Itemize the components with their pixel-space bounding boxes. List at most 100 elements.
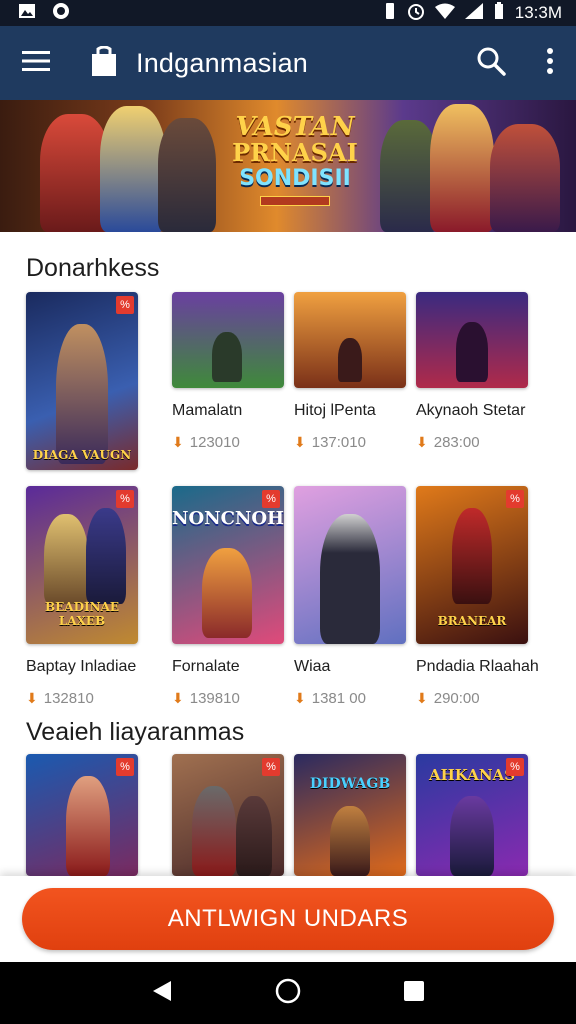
game-count-value: 290:00 xyxy=(433,690,480,707)
game-card[interactable]: % DIAGA VAUGN xyxy=(26,292,138,470)
game-caption: DIAGA VAUGN xyxy=(32,448,132,462)
game-name: Fornalate xyxy=(172,658,240,675)
game-caption: BRANEAR xyxy=(437,614,507,628)
download-icon: ⬇ xyxy=(416,434,428,450)
game-thumbnail: AHKANAS % xyxy=(416,754,528,876)
game-thumbnail xyxy=(172,292,284,388)
game-name: Hitoj lPenta xyxy=(294,402,376,419)
game-card[interactable]: Akynaoh Stetar ⬇ 283:00 xyxy=(416,292,528,451)
back-icon[interactable] xyxy=(151,979,173,1008)
app-title: Indganmasian xyxy=(136,47,309,78)
game-thumbnail: DIDWAGB xyxy=(294,754,406,876)
game-card[interactable]: % xyxy=(172,754,284,876)
download-icon: ⬇ xyxy=(294,690,306,706)
game-count-value: 132810 xyxy=(43,690,94,707)
game-thumbnail: NONCNOH % xyxy=(172,486,284,644)
app-logo-icon xyxy=(90,45,118,81)
banner-hero-figure xyxy=(100,106,166,232)
notification-icon xyxy=(52,2,70,25)
game-name: Mamalatn xyxy=(172,402,243,419)
character-figure xyxy=(236,796,272,876)
character-figure xyxy=(456,322,488,382)
status-bar: 13:3M xyxy=(0,0,576,26)
character-figure xyxy=(320,514,380,644)
game-caption: DIDWAGB xyxy=(309,776,391,792)
character-figure xyxy=(86,508,126,604)
signal-icon xyxy=(464,2,483,24)
game-count: ⬇ 1381 00 xyxy=(294,690,406,707)
banner-title-line1: VASTAN xyxy=(235,112,355,142)
cta-button[interactable]: ANTLWIGN UNDARS xyxy=(22,888,554,950)
character-figure xyxy=(452,508,492,604)
character-figure xyxy=(202,548,252,638)
game-card[interactable]: DIDWAGB xyxy=(294,754,406,876)
character-figure xyxy=(450,796,494,876)
badge-icon: % xyxy=(262,758,280,776)
banner-hero-figure xyxy=(490,124,560,232)
game-thumbnail: % BEADINAE LAXEB xyxy=(26,486,138,644)
game-count-value: 137:010 xyxy=(311,434,366,451)
download-icon: ⬇ xyxy=(172,690,184,706)
character-figure xyxy=(56,324,108,464)
game-count-value: 283:00 xyxy=(433,434,480,451)
character-figure xyxy=(330,806,370,876)
vibrate-icon xyxy=(383,2,397,25)
game-thumbnail: % DIAGA VAUGN xyxy=(26,292,138,470)
badge-icon: % xyxy=(116,758,134,776)
battery-icon xyxy=(493,1,505,25)
game-count-value: 1381 00 xyxy=(311,690,366,707)
download-icon: ⬇ xyxy=(172,434,184,450)
featured-banner[interactable]: VASTAN PRNASAI SONDISII xyxy=(0,100,576,232)
game-card[interactable]: Hitoj lPenta ⬇ 137:010 xyxy=(294,292,406,451)
banner-hero-figure xyxy=(430,104,494,232)
download-icon: ⬇ xyxy=(294,434,306,450)
recents-icon[interactable] xyxy=(403,980,425,1007)
character-figure xyxy=(338,338,362,382)
game-thumbnail: % xyxy=(26,754,138,876)
more-options-icon[interactable] xyxy=(546,47,554,79)
badge-icon: % xyxy=(116,490,134,508)
alarm-icon xyxy=(407,2,425,25)
system-nav-bar xyxy=(0,962,576,1024)
section-title: Veaieh liayaranmas xyxy=(26,718,245,746)
game-thumbnail: % xyxy=(172,754,284,876)
status-time: 13:3M xyxy=(514,3,562,22)
game-count: ⬇ 290:00 xyxy=(416,690,528,707)
game-card[interactable]: % BRANEAR Pndadia Rlaahah ⬇ 290:00 xyxy=(416,486,539,707)
game-thumbnail xyxy=(294,486,406,644)
game-count: ⬇ 137:010 xyxy=(294,434,406,451)
download-icon: ⬇ xyxy=(416,690,428,706)
badge-icon: % xyxy=(506,490,524,508)
game-name: Akynaoh Stetar xyxy=(416,402,526,419)
badge-icon: % xyxy=(506,758,524,776)
character-figure xyxy=(44,514,88,604)
wifi-icon xyxy=(434,3,455,24)
search-icon[interactable] xyxy=(476,46,506,81)
game-caption: BEADINAE LAXEB xyxy=(44,600,120,628)
section-title: Donarhkess xyxy=(26,254,160,282)
game-card[interactable]: Wiaa ⬇ 1381 00 xyxy=(294,486,406,707)
download-icon: ⬇ xyxy=(26,690,38,706)
game-name: Pndadia Rlaahah xyxy=(416,658,539,675)
banner-title-line3: SONDISII xyxy=(239,166,351,191)
game-count: ⬇ 283:00 xyxy=(416,434,528,451)
game-card[interactable]: Mamalatn ⬇ 123010 xyxy=(172,292,284,451)
banner-hero-figure xyxy=(158,118,216,232)
game-card[interactable]: % xyxy=(26,754,138,876)
character-figure xyxy=(66,776,110,876)
game-count-value: 139810 xyxy=(189,690,240,707)
game-card[interactable]: AHKANAS % xyxy=(416,754,528,876)
character-figure xyxy=(192,786,236,876)
badge-icon: % xyxy=(262,490,280,508)
game-name: Wiaa xyxy=(294,658,331,675)
game-thumbnail xyxy=(416,292,528,388)
banner-tag xyxy=(260,196,330,206)
menu-icon[interactable] xyxy=(22,50,50,77)
game-thumbnail: % BRANEAR xyxy=(416,486,528,644)
game-caption: NONCNOH xyxy=(172,508,284,529)
home-icon[interactable] xyxy=(275,978,301,1009)
app-bar: Indganmasian xyxy=(0,26,576,100)
game-count: ⬇ 123010 xyxy=(172,434,284,451)
game-card[interactable]: % BEADINAE LAXEB Baptay Inladiae ⬇ 132810 xyxy=(26,486,138,707)
game-card[interactable]: NONCNOH % Fornalate ⬇ 139810 xyxy=(172,486,284,707)
